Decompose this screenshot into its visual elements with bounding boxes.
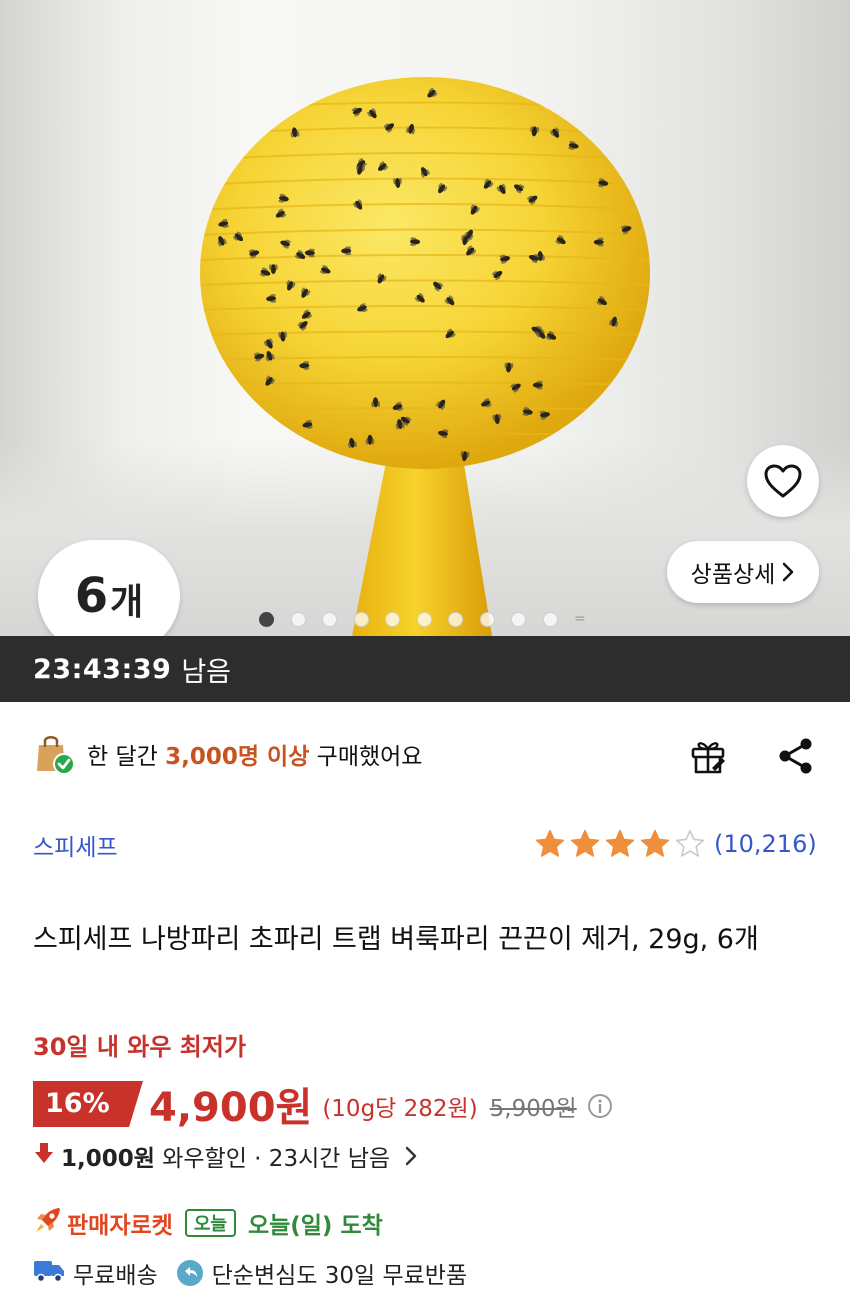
sale-price: 4,900원 [149,1085,313,1131]
star-filled-icon [640,829,670,857]
brand-link[interactable]: 스피세프 [33,828,118,862]
seller-rocket-label: 판매자로켓 [67,1213,173,1239]
truck-icon [33,1256,65,1290]
purchase-count: 3,000명 이상 [165,744,310,770]
deal-countdown-bar: 23:43:39 남음 [0,636,850,702]
lowest-price-label: 30일 내 와우 최저가 [33,1033,247,1061]
rocket-icon [33,1205,63,1241]
carousel-dot[interactable] [542,611,558,627]
shopping-bag-check-icon [37,736,75,775]
star-filled-icon [535,829,565,857]
carousel-dot[interactable] [353,611,369,627]
rating-summary[interactable]: (10,216) [534,824,817,864]
wow-discount-amount: 1,000원 [61,1146,155,1172]
today-badge: 오늘 [184,1209,236,1237]
gift-button[interactable] [686,734,730,778]
image-carousel-indicator[interactable]: = [259,611,586,627]
quantity-badge: 6 개 [38,540,180,636]
product-title: 스피세프 나방파리 초파리 트랩 벼룩파리 끈끈이 제거, 29g, 6개 [33,924,759,955]
carousel-dot[interactable] [416,611,432,627]
arrival-date: 오늘(일) 도착 [247,1213,383,1239]
unit-price: (10g당 282원) [322,1096,478,1122]
discount-badge: 16% [33,1081,143,1127]
carousel-dot[interactable] [511,611,526,627]
purchase-prefix: 한 달간 [87,744,166,770]
share-button[interactable] [774,734,818,778]
carousel-dot[interactable] [290,611,306,627]
star-filled-icon [570,829,600,857]
wow-discount-row[interactable]: 1,000원 와우할인 · 23시간 남음 [33,1138,418,1174]
return-icon [176,1259,204,1287]
info-icon[interactable] [587,1093,613,1119]
product-image[interactable]: 상품상세 6 개 = [0,0,850,636]
countdown-time: 23:43:39 [33,653,172,685]
carousel-dot[interactable] [479,611,495,627]
countdown-suffix: 남음 [181,656,232,688]
wow-discount-text: 와우할인 · 23시간 남음 [154,1146,391,1172]
carousel-more-indicator: = [574,611,586,627]
arrow-down-icon [33,1141,55,1171]
wishlist-button[interactable] [747,445,819,517]
price-row: 16% 4,900원 (10g당 282원) 5,900원 [33,1077,613,1131]
product-detail-button[interactable]: 상품상세 [667,541,819,603]
carousel-dot[interactable] [448,611,463,627]
free-return-label: 단순변심도 30일 무료반품 [211,1263,468,1289]
product-detail-label: 상품상세 [690,562,776,588]
review-count[interactable]: (10,216) [714,830,817,858]
star-empty-icon [675,829,705,857]
quantity-number: 6 [74,568,109,624]
original-price: 5,900원 [489,1096,577,1122]
carousel-dot[interactable] [259,611,274,627]
heart-icon [764,464,802,498]
carousel-dot[interactable] [322,611,337,627]
chevron-right-icon [781,561,795,583]
rating-stars [534,828,706,860]
free-shipping-label: 무료배송 [73,1263,158,1289]
discount-rate: 16% [45,1088,110,1119]
purchase-suffix: 구매했어요 [309,744,423,770]
share-icon [779,738,812,774]
delivery-row: 판매자로켓 오늘 오늘(일) 도착 [33,1204,383,1242]
purchase-count-row: 한 달간 3,000명 이상 구매했어요 [33,730,422,778]
quantity-unit: 개 [110,582,144,623]
shipping-return-row: 무료배송 단순변심도 30일 무료반품 [33,1254,467,1292]
star-filled-icon [605,829,635,857]
gift-icon [691,742,725,774]
chevron-right-icon [404,1145,418,1167]
carousel-dot[interactable] [385,611,400,627]
